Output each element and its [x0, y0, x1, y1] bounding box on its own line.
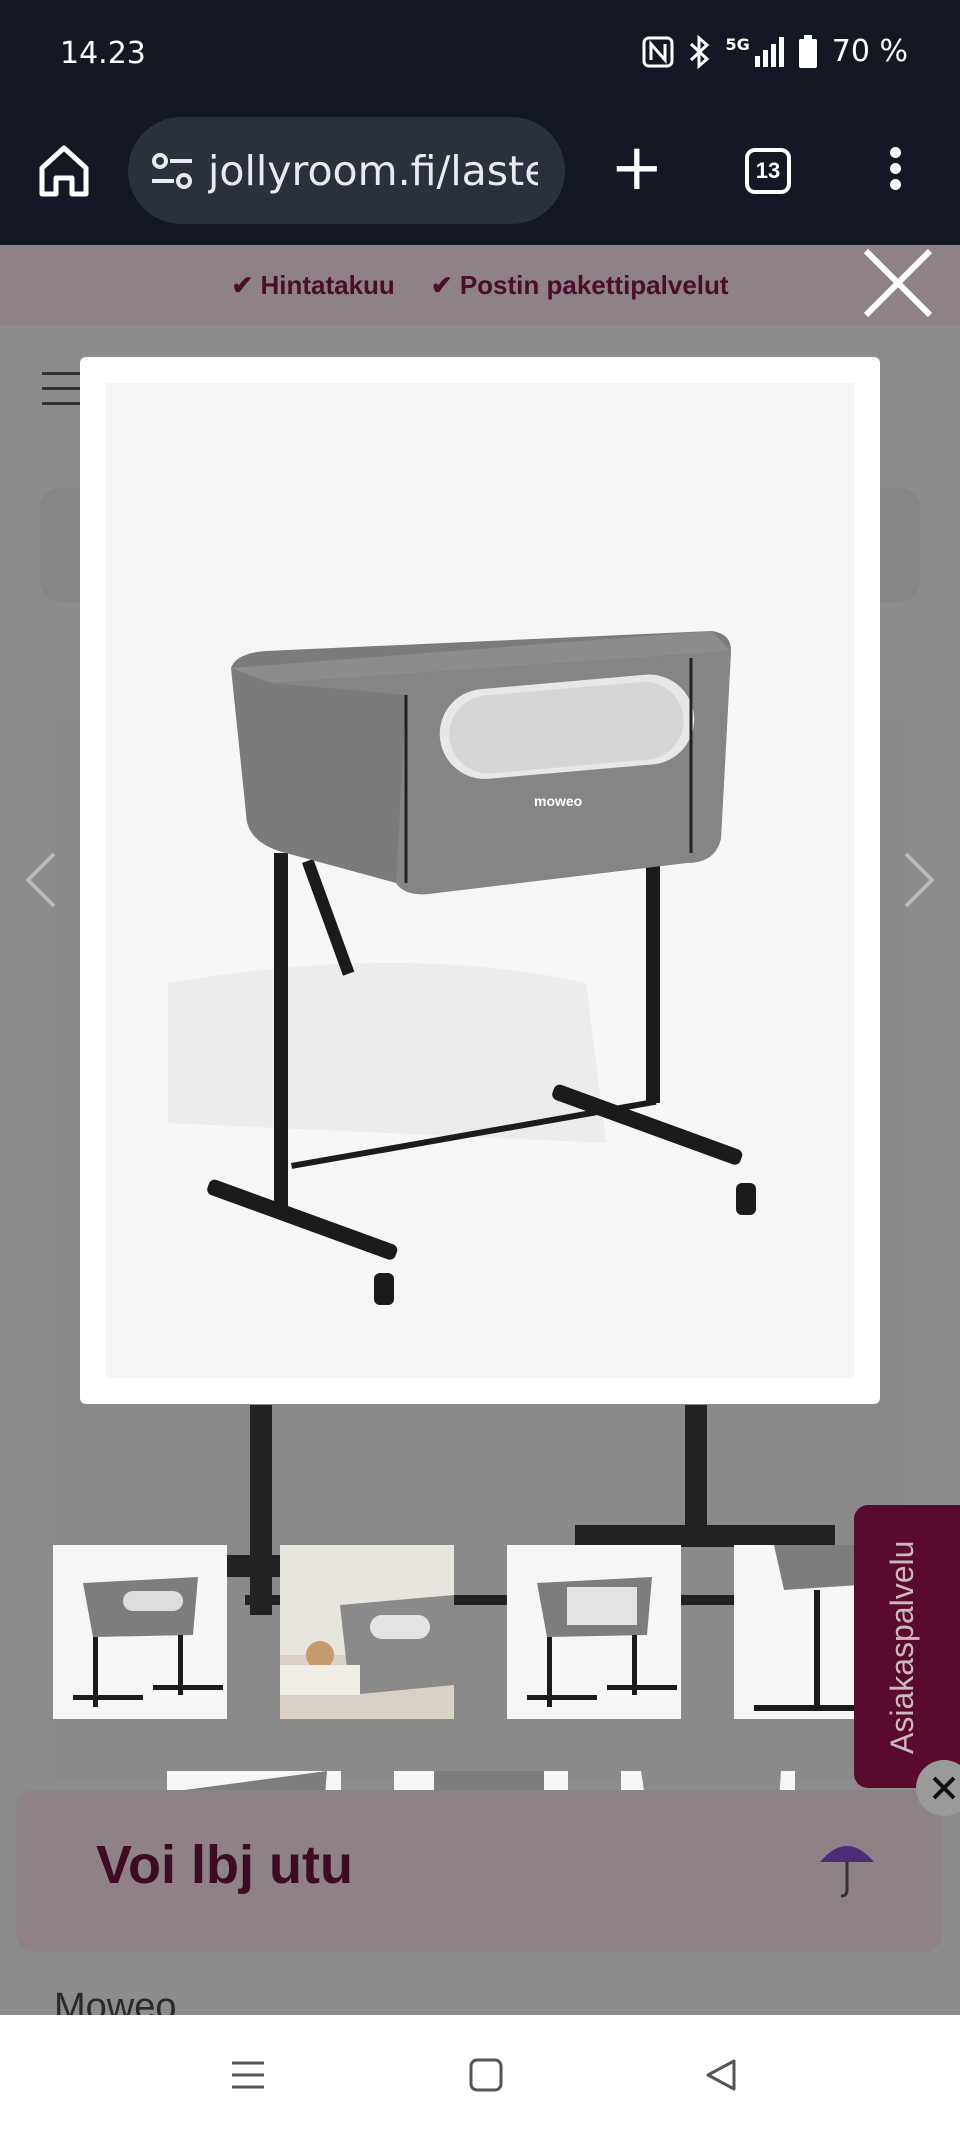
main-product-image: moweo	[106, 383, 854, 1378]
home-nav-icon[interactable]	[468, 2057, 504, 2093]
promo-banner: Voi lbj utu	[16, 1790, 942, 1952]
next-image-arrow-icon[interactable]	[898, 850, 938, 910]
customer-service-tab[interactable]: Asiakaspalvelu	[854, 1505, 960, 1788]
status-icons: 5G 70 %	[642, 34, 908, 69]
nfc-icon	[642, 36, 674, 67]
product-logo-text: moweo	[534, 793, 582, 809]
umbrella-icon	[820, 1846, 874, 1898]
bedside-crib-illustration: moweo	[168, 631, 756, 1305]
network-type: 5G	[725, 35, 750, 54]
promo-price-guarantee: ✔ Hintatakuu	[231, 269, 395, 300]
address-bar[interactable]: jollyroom.fi/laster	[128, 117, 565, 224]
signal-icon	[754, 36, 784, 67]
hamburger-menu-icon	[42, 372, 82, 408]
promo-post-service: ✔ Postin pakettipalvelut	[430, 269, 729, 300]
recent-apps-icon[interactable]	[230, 2059, 266, 2091]
customer-service-label: Asiakaspalvelu	[884, 1540, 920, 1754]
new-tab-button[interactable]: +	[610, 136, 664, 200]
status-time: 14.23	[60, 36, 146, 71]
tab-switcher-button[interactable]: 13	[745, 148, 791, 194]
battery-level: 70 %	[831, 34, 908, 69]
bluetooth-icon	[689, 34, 709, 69]
system-navigation-bar	[0, 2015, 960, 2133]
status-bar: 14.23 5G 70 %	[0, 0, 960, 110]
close-chat-button[interactable]	[916, 1760, 960, 1816]
lightbox-modal: moweo	[80, 357, 880, 1404]
more-options-icon[interactable]	[880, 142, 910, 202]
banner-text: Voi lbj utu	[96, 1835, 353, 1895]
previous-image-arrow-icon[interactable]	[22, 850, 62, 910]
battery-icon	[798, 34, 817, 68]
site-settings-icon[interactable]	[150, 151, 194, 191]
close-icon	[932, 1776, 956, 1800]
back-nav-icon[interactable]	[704, 2057, 738, 2093]
browser-toolbar: jollyroom.fi/laster + 13	[0, 110, 960, 245]
url-text: jollyroom.fi/laster	[208, 146, 538, 195]
thumbnail-1[interactable]	[53, 1545, 227, 1719]
home-icon[interactable]	[36, 140, 92, 200]
thumbnail-2[interactable]	[280, 1545, 454, 1719]
promo-bar: ✔ Hintatakuu ✔ Postin pakettipalvelut	[0, 245, 960, 325]
close-lightbox-icon[interactable]	[860, 245, 936, 321]
thumbnail-3[interactable]	[507, 1545, 681, 1719]
